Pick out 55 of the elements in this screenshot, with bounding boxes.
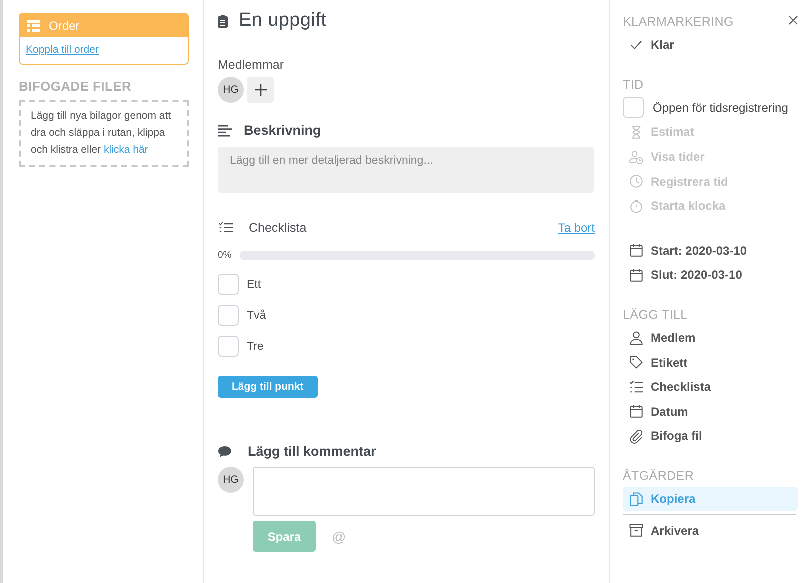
menu-item[interactable]: Datum (651, 404, 688, 419)
person-icon (629, 330, 644, 346)
clock-icon (629, 174, 644, 190)
description-heading: Beskrivning (244, 123, 322, 138)
drop-zone[interactable]: Lägg till nya bilagor genom att dra och släppa i rutan, klippa och klistra eller klicka här (19, 100, 189, 167)
menu-item[interactable]: Medlem (651, 331, 696, 346)
calendar-icon (629, 268, 644, 283)
comment-heading: Lägg till kommentar (248, 444, 376, 459)
checklist-item: Två (247, 310, 266, 322)
menu-item[interactable]: Checklista (651, 380, 712, 394)
speech-bubble-icon (218, 446, 232, 458)
menu-item[interactable]: Bifoga fil (651, 429, 702, 444)
menu-item[interactable]: Etikett (651, 356, 688, 370)
plus-icon (254, 84, 266, 96)
progress-percent: 0% (218, 250, 232, 261)
section-heading: KLARMARKERING (623, 15, 734, 30)
drop-zone-text: Lägg till nya bilagor genom att dra och släppa i rutan, klippa och klistra eller klicka här (31, 110, 172, 156)
clipboard-icon (218, 14, 228, 28)
close-icon[interactable] (789, 16, 798, 25)
avatar: HG (218, 467, 244, 493)
checkbox[interactable] (218, 274, 239, 295)
calendar-icon (629, 404, 644, 420)
calendar-icon (629, 243, 644, 258)
checklist-icon (218, 221, 234, 235)
menu-item[interactable]: Slut: 2020-03-10 (651, 268, 742, 282)
table-icon (27, 20, 40, 32)
description-field[interactable]: Lägg till en mer detaljerad beskrivning... (218, 147, 594, 193)
checkbox[interactable] (218, 336, 239, 357)
checkbox[interactable] (623, 97, 644, 118)
checklist-item: Tre (247, 340, 264, 352)
paperclip-icon (629, 428, 644, 444)
avatar: HG (218, 77, 244, 103)
checklist-icon (629, 380, 644, 395)
stopwatch-icon (629, 198, 644, 214)
members-label: Medlemmar (218, 58, 285, 72)
checkbox[interactable] (218, 305, 239, 326)
menu-item[interactable]: Klar (651, 38, 674, 52)
task-title: En uppgift (239, 10, 327, 32)
copy-icon (629, 492, 644, 507)
section-heading: LÄGG TILL (623, 308, 688, 323)
menu-item[interactable]: Start: 2020-03-10 (651, 244, 748, 258)
action-item[interactable]: Arkivera (623, 518, 798, 543)
section-heading: TID (623, 78, 644, 93)
checklist-heading: Checklista (249, 221, 307, 235)
description-icon (218, 124, 232, 136)
comment-field[interactable] (252, 467, 595, 516)
archive-icon (629, 523, 644, 538)
section-heading: ÅTGÄRDER (623, 468, 694, 484)
add-member-button[interactable] (247, 77, 274, 103)
checklist-item: Ett (247, 278, 262, 290)
menu-item[interactable]: Öppen för tidsregistrering (653, 100, 788, 115)
attachments-heading: BIFOGADE FILER (19, 79, 133, 94)
person-clock-icon (629, 150, 644, 165)
tag-icon (629, 355, 644, 370)
order-title: Order (49, 18, 80, 32)
